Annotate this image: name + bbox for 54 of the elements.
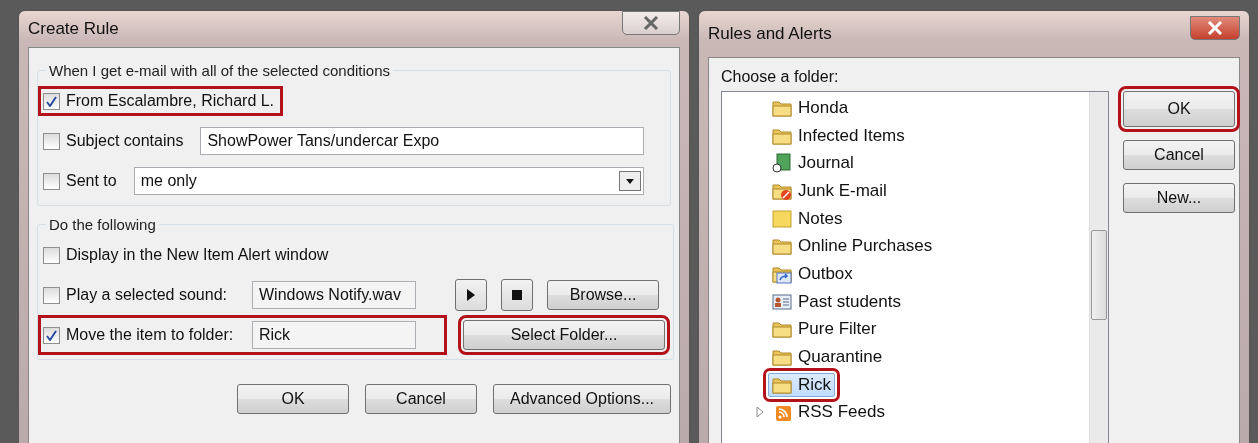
folder-item[interactable]: Infected Items — [768, 123, 909, 148]
book-icon — [772, 153, 792, 174]
folder-field: Rick — [252, 321, 416, 349]
dialog-button[interactable]: Advanced Options... — [493, 384, 671, 414]
checkbox[interactable] — [43, 132, 60, 150]
play-button[interactable] — [455, 279, 487, 311]
option-label: Subject contains — [66, 132, 184, 150]
option-label: Move the item to folder: — [66, 326, 235, 344]
folder-item[interactable]: Journal — [768, 151, 858, 176]
folder-item[interactable]: Past students — [768, 289, 905, 314]
stop-button[interactable] — [501, 279, 533, 311]
folder-item[interactable]: RSS Feeds — [768, 400, 889, 425]
folder-icon — [772, 347, 792, 368]
dialog-title: Rules and Alerts — [708, 24, 832, 44]
play-icon — [466, 289, 476, 301]
contact-card-icon — [772, 291, 792, 312]
dialog-button[interactable]: Cancel — [1123, 140, 1235, 170]
folder-item[interactable]: Online Purchases — [768, 234, 937, 259]
group-legend: Do the following — [46, 216, 159, 233]
folder-prompt: Choose a folder: — [721, 68, 840, 86]
text-field[interactable]: ShowPower Tans/undercar Expo — [200, 127, 645, 155]
close-button[interactable] — [622, 11, 680, 35]
dialog-button[interactable]: OK — [237, 384, 349, 414]
checkbox[interactable] — [43, 172, 60, 190]
folder-icon — [772, 236, 792, 257]
folder-item[interactable]: Honda — [768, 95, 853, 120]
folder-item[interactable]: Junk E-mail — [768, 178, 891, 203]
close-icon — [643, 16, 659, 30]
checkbox[interactable] — [43, 92, 60, 110]
folder-item[interactable]: Quarantine — [768, 345, 887, 370]
browse-button[interactable]: Browse... — [547, 280, 659, 310]
scrollbar[interactable] — [1089, 92, 1108, 443]
group-legend: When I get e-mail with all of the selected conditions — [46, 62, 393, 79]
dialog-button[interactable]: Cancel — [365, 384, 477, 414]
folder-icon — [772, 319, 792, 340]
expand-arrow-icon[interactable] — [756, 406, 764, 419]
checkbox[interactable] — [43, 326, 60, 344]
dropdown-field[interactable]: me only — [133, 167, 644, 195]
note-icon — [772, 208, 792, 229]
close-icon — [1207, 21, 1223, 35]
close-button[interactable] — [1190, 16, 1240, 40]
option-label: From Escalambre, Richard L. — [66, 92, 275, 110]
stop-icon — [512, 290, 522, 300]
folder-item[interactable]: Outbox — [768, 261, 857, 286]
checkbox[interactable] — [43, 246, 60, 264]
option-label: Display in the New Item Alert window — [66, 246, 329, 264]
folder-item[interactable]: Pure Filter — [768, 317, 881, 342]
dialog-title: Create Rule — [28, 19, 119, 39]
checkbox[interactable] — [43, 286, 60, 304]
sound-field[interactable]: Windows Notify.wav — [252, 281, 416, 309]
folder-item[interactable]: Notes — [768, 206, 847, 231]
option-label: Sent to — [66, 172, 117, 190]
dialog-button[interactable]: New... — [1123, 183, 1235, 213]
option-label: Play a selected sound: — [66, 286, 228, 304]
